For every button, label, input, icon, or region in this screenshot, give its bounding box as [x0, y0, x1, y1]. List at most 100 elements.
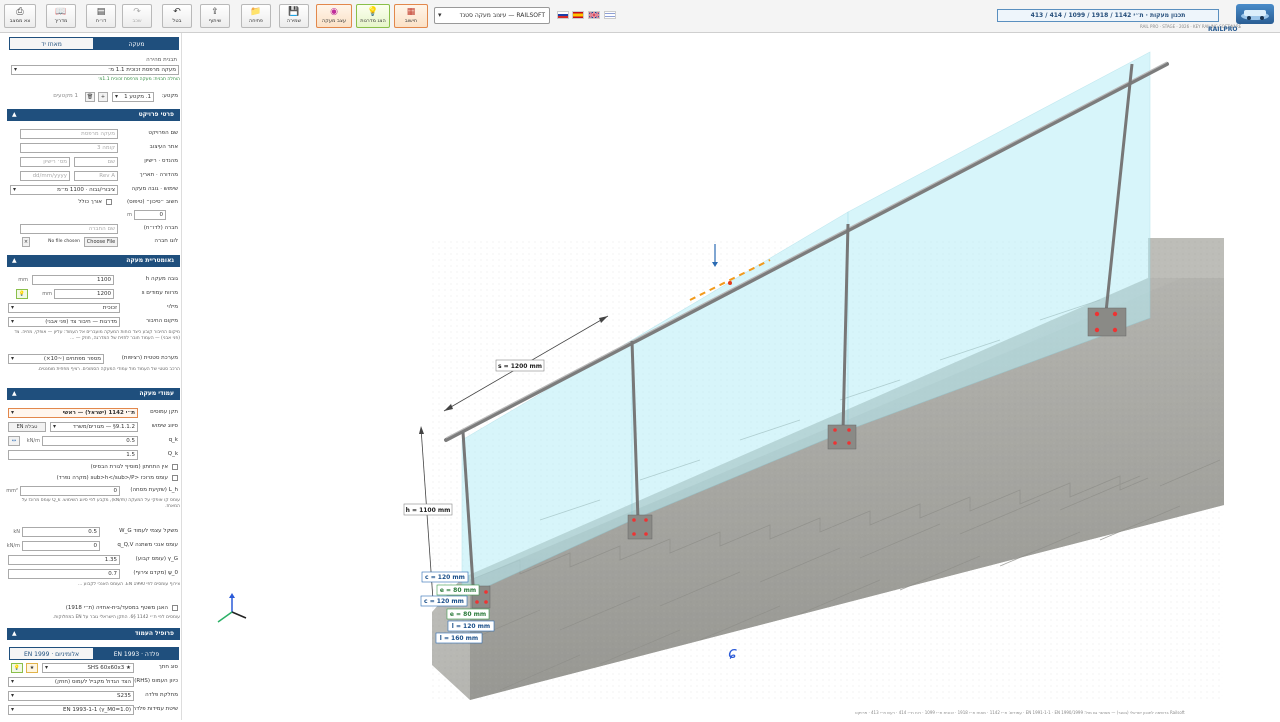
- report-button[interactable]: ▤ דו״ח: [86, 4, 116, 28]
- dim-cs-label: c = 120 mm: [424, 598, 464, 605]
- template-note: הוחלה תבנית: מעקה מרפסת זכוכית 1.1מ׳: [97, 77, 180, 82]
- show-steps-button[interactable]: 💡 הצג מדרגות: [356, 4, 390, 28]
- star-icon[interactable]: ★: [26, 663, 38, 673]
- redo-button[interactable]: ↷ שכב: [122, 4, 152, 28]
- add-segment-button[interactable]: +: [98, 92, 108, 102]
- usage-class-select[interactable]: ▾ 9.1.1.2§ — מגורים/משרד: [50, 422, 138, 432]
- Qk-input[interactable]: 1.5: [8, 450, 138, 460]
- total-length-checkbox[interactable]: [106, 199, 112, 205]
- option-checkbox-2[interactable]: [172, 475, 178, 481]
- share-button[interactable]: ⇪ שיתוף: [200, 4, 230, 28]
- chevron-up-icon: ▲: [12, 390, 17, 397]
- wind-length-input[interactable]: 0: [134, 210, 166, 220]
- chevron-down-icon: ▾: [14, 66, 18, 73]
- company-input[interactable]: שם החברה: [20, 224, 118, 234]
- impact-checkbox[interactable]: [172, 605, 178, 611]
- 3d-viewport[interactable]: s = 1200 mm h = 1100 mm c = 120 mm e = 8…: [0, 33, 1280, 720]
- calculator-icon: ▦: [406, 7, 416, 17]
- orientation-select[interactable]: ▾ הצד הגדול מקביל לעמוס (חוזק): [8, 677, 134, 687]
- dim-es-label: e = 80 mm: [450, 611, 486, 618]
- flag-il-icon[interactable]: [604, 11, 616, 19]
- infill-select[interactable]: ▾ זכוכית: [8, 303, 120, 313]
- corner-brand: RAILPRO: [1208, 26, 1238, 33]
- dim-height-label: h = 1100 mm: [406, 507, 451, 514]
- section-profile[interactable]: פרופיל העמוד ▲: [7, 628, 180, 640]
- book-icon: 📖: [55, 7, 67, 17]
- undo-button[interactable]: ↶ בטל: [162, 4, 192, 28]
- qk-input[interactable]: 0.5: [42, 436, 138, 446]
- footer-status: Railsoft ברשימה לתכנון ישראלי (בסגר) — מ…: [855, 710, 1185, 715]
- section-geometry[interactable]: גאומטריית מעקה ▲: [7, 255, 180, 267]
- project-name-input[interactable]: מעקה מרפסת: [20, 129, 118, 139]
- lh-input[interactable]: 0: [20, 486, 120, 496]
- link-icon[interactable]: ↔: [8, 436, 20, 446]
- impact-note: עומסים לפי ת״י 1142 §6. התקן הישראלי גוב…: [52, 615, 180, 620]
- choose-file-button[interactable]: Choose File: [84, 237, 118, 247]
- open-button[interactable]: 📁 פתיחה: [241, 4, 271, 28]
- calc-button[interactable]: ▦ חישוב: [394, 4, 428, 28]
- dim-lp-label: l = 120 mm: [452, 623, 490, 630]
- lightbulb-icon[interactable]: 💡: [16, 289, 28, 299]
- dim-ls-label: l = 160 mm: [440, 635, 478, 642]
- section-select[interactable]: ▾ ★ SHS 60x60x3: [42, 663, 134, 673]
- chevron-down-icon: ▾: [11, 692, 15, 699]
- chevron-down-icon: ▾: [115, 93, 119, 100]
- tab-steel[interactable]: פלדה · EN 1993: [94, 647, 179, 660]
- export-pdf-button[interactable]: ⎙ צא ממצב: [4, 4, 36, 28]
- save-button[interactable]: 💾 שמירה: [279, 4, 309, 28]
- resistance-method-select[interactable]: ▾ EN 1993-1-1 (γ_M0=1.0): [8, 705, 134, 715]
- steel-grade-select[interactable]: ▾ S235: [8, 691, 134, 701]
- report-icon: ▤: [96, 7, 106, 17]
- lightbulb-icon[interactable]: 💡: [11, 663, 23, 673]
- design-select[interactable]: ▾ RAILSOFT — עיצוב מעקה סטנד: [434, 7, 550, 24]
- self-weight-input[interactable]: 0.5: [22, 527, 100, 537]
- gamma-g-input[interactable]: 1.35: [8, 555, 120, 565]
- flag-uk-icon[interactable]: [588, 11, 600, 19]
- clear-logo-button[interactable]: ×: [22, 237, 30, 247]
- folder-icon: 📁: [250, 7, 262, 17]
- segment-select[interactable]: ▾ 1. מקטע 1: [112, 92, 154, 102]
- option-checkbox-1[interactable]: [172, 464, 178, 470]
- design-railing-button[interactable]: ◉ עצב מעקה: [316, 4, 352, 28]
- flag-ru-icon[interactable]: [557, 11, 569, 19]
- static-system-select[interactable]: ▾ מספר מפתחים (~10×): [8, 354, 104, 364]
- section-posts[interactable]: עמודי מעקה ▲: [7, 388, 180, 400]
- undo-icon: ↶: [173, 7, 181, 17]
- tab-railing[interactable]: מעקה: [94, 37, 179, 50]
- engineer-license-input[interactable]: מס׳ רישיון: [20, 157, 70, 167]
- flag-es-icon[interactable]: [572, 11, 584, 19]
- template-select[interactable]: ▾ מעקה מרפסת זכוכית 1.1 מ׳: [11, 65, 179, 75]
- tab-aluminium[interactable]: אלומיניום · EN 1999: [9, 647, 94, 660]
- revision-input[interactable]: Rev A: [74, 171, 118, 181]
- spacing-input[interactable]: 1200: [54, 289, 114, 299]
- chevron-down-icon: ▾: [11, 409, 15, 416]
- chevron-down-icon: ▾: [45, 664, 49, 671]
- design-icon: ◉: [330, 7, 338, 17]
- floppy-icon: 💾: [288, 7, 300, 17]
- profile-tabs: פלדה · EN 1993 אלומיניום · EN 1999: [9, 647, 179, 660]
- dim-spacing-label: s = 1200 mm: [498, 363, 542, 370]
- axes-gizmo-icon: [217, 593, 247, 623]
- mount-select[interactable]: ▾ מדרגות — חיבור צד (פני אבני): [8, 317, 120, 327]
- railing-3d-scene[interactable]: s = 1200 mm h = 1100 mm c = 120 mm e = 8…: [0, 33, 1280, 720]
- guide-button[interactable]: 📖 מדריך: [46, 4, 76, 28]
- chevron-down-icon: ▾: [11, 706, 15, 713]
- app-logo: [1236, 4, 1274, 24]
- engineer-name-input[interactable]: שם: [74, 157, 118, 167]
- app-title: תכנון מעקות · ת״י 1142 / 1918 / 1099 / 4…: [997, 9, 1219, 22]
- psi0-input[interactable]: 0.7: [8, 569, 120, 579]
- height-input[interactable]: 1100: [32, 275, 114, 285]
- en-table-button[interactable]: טבלת EN: [8, 422, 46, 432]
- chevron-down-icon: ▾: [11, 355, 15, 362]
- chevron-down-icon: ▾: [11, 678, 15, 685]
- vertical-load-input[interactable]: 0: [22, 541, 100, 551]
- system-note: הרכב סטטי של העמוד מול עמודי המעקה הסמוכ…: [37, 367, 180, 372]
- date-input[interactable]: dd/mm/yyyy: [20, 171, 70, 181]
- section-project[interactable]: פרטי פרויקט ▲: [7, 109, 180, 121]
- usage-select[interactable]: ▾ ציבורי/גבוה · 1100 מ״מ: [10, 185, 118, 195]
- site-input[interactable]: קומה 3: [20, 143, 118, 153]
- tab-handrail[interactable]: מאחז יד: [9, 37, 94, 50]
- settings-panel: מעקה מאחז יד תבנית מהירה ▾ מעקה מרפסת זכו…: [5, 33, 182, 720]
- load-standard-select[interactable]: ▾ ת״י 1142 (ישראל) — ראשי: [8, 408, 138, 418]
- delete-segment-button[interactable]: 🗑: [85, 92, 95, 102]
